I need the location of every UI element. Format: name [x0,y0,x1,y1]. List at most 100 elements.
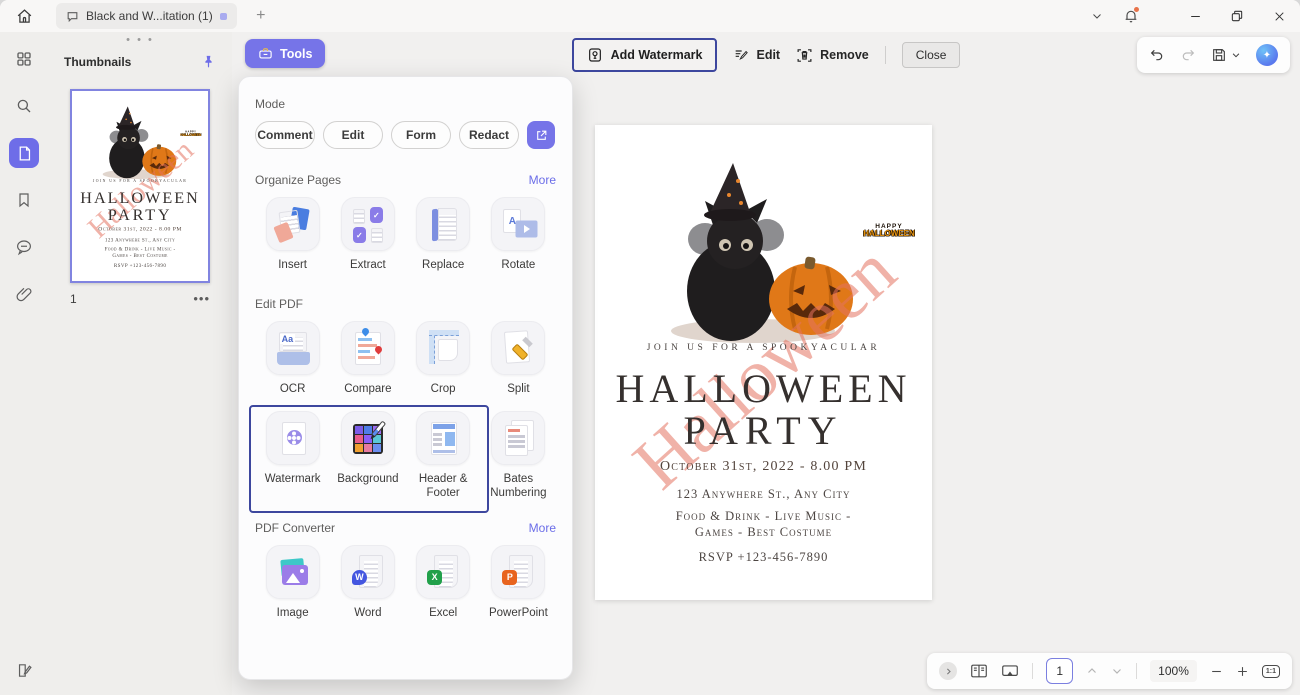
redo-icon [1182,49,1195,61]
page-number-input[interactable]: 1 [1046,658,1074,684]
chevron-down-icon [1232,53,1240,58]
edit-label: Edit [756,48,781,62]
tool-compare[interactable]: Compare [330,321,405,397]
remove-watermark-button[interactable]: Remove [796,47,869,64]
expand-controls-button[interactable] [939,662,958,680]
remove-label: Remove [820,48,869,62]
thumbnail-options-button[interactable]: ••• [193,291,210,306]
tool-background[interactable]: Background [330,411,405,501]
title-bar: Black and W...itation (1) + [0,0,1300,32]
tool-rotate[interactable]: A Rotate [481,197,556,273]
remove-trash-icon [797,48,812,62]
tool-replace[interactable]: Replace [406,197,481,273]
view-controls: 1 100% 1:1 [927,653,1292,689]
mode-redact-button[interactable]: Redact [459,121,519,149]
chevron-up-icon [1088,668,1097,673]
titlebar-right [1080,0,1300,32]
invite-page: HAPPY HALLOWEEN Halloween JOIN US FOR A … [595,125,932,600]
home-button[interactable] [12,4,36,28]
main-area: Add Watermark Edit Remove Close ✦ HAPPY … [232,32,1300,695]
tool-convert-image[interactable]: Image [255,544,330,621]
tools-label: Tools [280,46,313,61]
dropdown-chevron-button[interactable] [1080,1,1114,31]
cat-pumpkin-illustration [671,163,853,343]
zoom-in-button[interactable] [1236,665,1249,678]
add-watermark-button[interactable]: Add Watermark [571,38,718,72]
mode-comment-button[interactable]: Comment [255,121,315,149]
new-tab-button[interactable]: + [251,7,271,25]
invite-rsvp: RSVP +123-456-7890 [698,550,829,564]
chevron-right-icon [946,667,951,675]
minimize-button[interactable] [1174,0,1216,32]
presentation-mode-button[interactable] [1001,663,1019,679]
extract-icon: ✓ ✓ [340,197,395,251]
minus-icon [1212,670,1221,672]
actual-size-button[interactable]: 1:1 [1261,664,1280,678]
bookmarks-button[interactable] [9,185,39,215]
page-thumbnail[interactable]: HAPPY HALLOWEEN Halloween JOIN US FOR A … [70,89,210,283]
previous-page-button[interactable] [1086,665,1098,677]
app-grid-button[interactable] [9,44,39,74]
tool-header-footer[interactable]: Header & Footer [406,411,481,501]
thumbnails-panel-button[interactable] [9,138,39,168]
tools-button[interactable]: Tools [245,39,326,68]
pin-panel-button[interactable] [201,54,216,69]
tool-watermark[interactable]: Watermark [255,411,330,501]
expand-mode-button[interactable] [527,121,555,149]
undo-button[interactable] [1149,47,1165,63]
crop-icon [416,321,471,375]
zoom-level[interactable]: 100% [1150,660,1197,682]
search-button[interactable] [9,91,39,121]
tool-convert-powerpoint[interactable]: P PowerPoint [481,544,556,621]
attachments-button[interactable] [9,279,39,309]
word-convert-icon: W [340,544,395,599]
maximize-button[interactable] [1216,0,1258,32]
save-floppy-icon [1213,49,1225,61]
happy-halloween-sticker: HAPPY HALLOWEEN [863,223,915,239]
ai-assistant-button[interactable]: ✦ [1256,44,1278,66]
mode-edit-button[interactable]: Edit [323,121,383,149]
redo-button[interactable] [1180,47,1196,63]
panel-drag-handle[interactable]: • • • [48,32,232,46]
tool-crop[interactable]: Crop [406,321,481,397]
happy-halloween-sticker: HAPPY HALLOWEEN [180,130,202,137]
chevron-down-icon [1093,14,1101,19]
next-page-button[interactable] [1111,665,1123,677]
zoom-out-button[interactable] [1210,665,1223,678]
organize-more-link[interactable]: More [529,173,556,187]
tool-ocr[interactable]: Aa OCR [255,321,330,397]
pen-page-icon [18,663,32,677]
edit-watermark-button[interactable]: Edit [733,47,780,63]
close-icon [1274,11,1284,21]
save-button[interactable] [1211,47,1227,63]
pdf-page[interactable]: HAPPY HALLOWEEN Halloween JOIN US FOR A … [595,125,932,600]
comments-button[interactable] [9,232,39,262]
thumbnails-panel: • • • Thumbnails HAPPY HALLOWEEN Hallowe… [48,32,232,695]
save-options-chevron[interactable] [1231,50,1241,60]
presentation-icon [1002,665,1019,676]
background-icon [340,411,395,465]
tool-insert[interactable]: Insert [255,197,330,273]
converter-more-link[interactable]: More [529,521,556,535]
chevron-down-icon [1113,669,1122,674]
minimize-icon [1190,15,1200,17]
left-icon-rail [0,32,48,695]
page-layout-button[interactable] [970,663,988,679]
quick-actions: ✦ [1137,37,1290,73]
tool-convert-word[interactable]: W Word [330,544,405,621]
plus-icon [1238,666,1247,676]
close-window-button[interactable] [1258,0,1300,32]
bookmark-icon [19,193,29,208]
ink-signature-button[interactable] [9,655,39,685]
tool-bates-numbering[interactable]: Bates Numbering [481,411,556,501]
tool-convert-excel[interactable]: X Excel [406,544,481,621]
organize-pages-section-label: Organize Pages More [255,173,556,187]
tool-split[interactable]: Split [481,321,556,397]
document-tab[interactable]: Black and W...itation (1) [56,3,237,29]
close-watermark-toolbar-button[interactable]: Close [901,42,961,68]
mode-form-button[interactable]: Form [391,121,451,149]
tool-extract[interactable]: ✓ ✓ Extract [330,197,405,273]
notifications-button[interactable] [1114,1,1148,31]
grid-icon [17,52,31,66]
invite-details-2: Games - Best Costume [112,252,168,259]
